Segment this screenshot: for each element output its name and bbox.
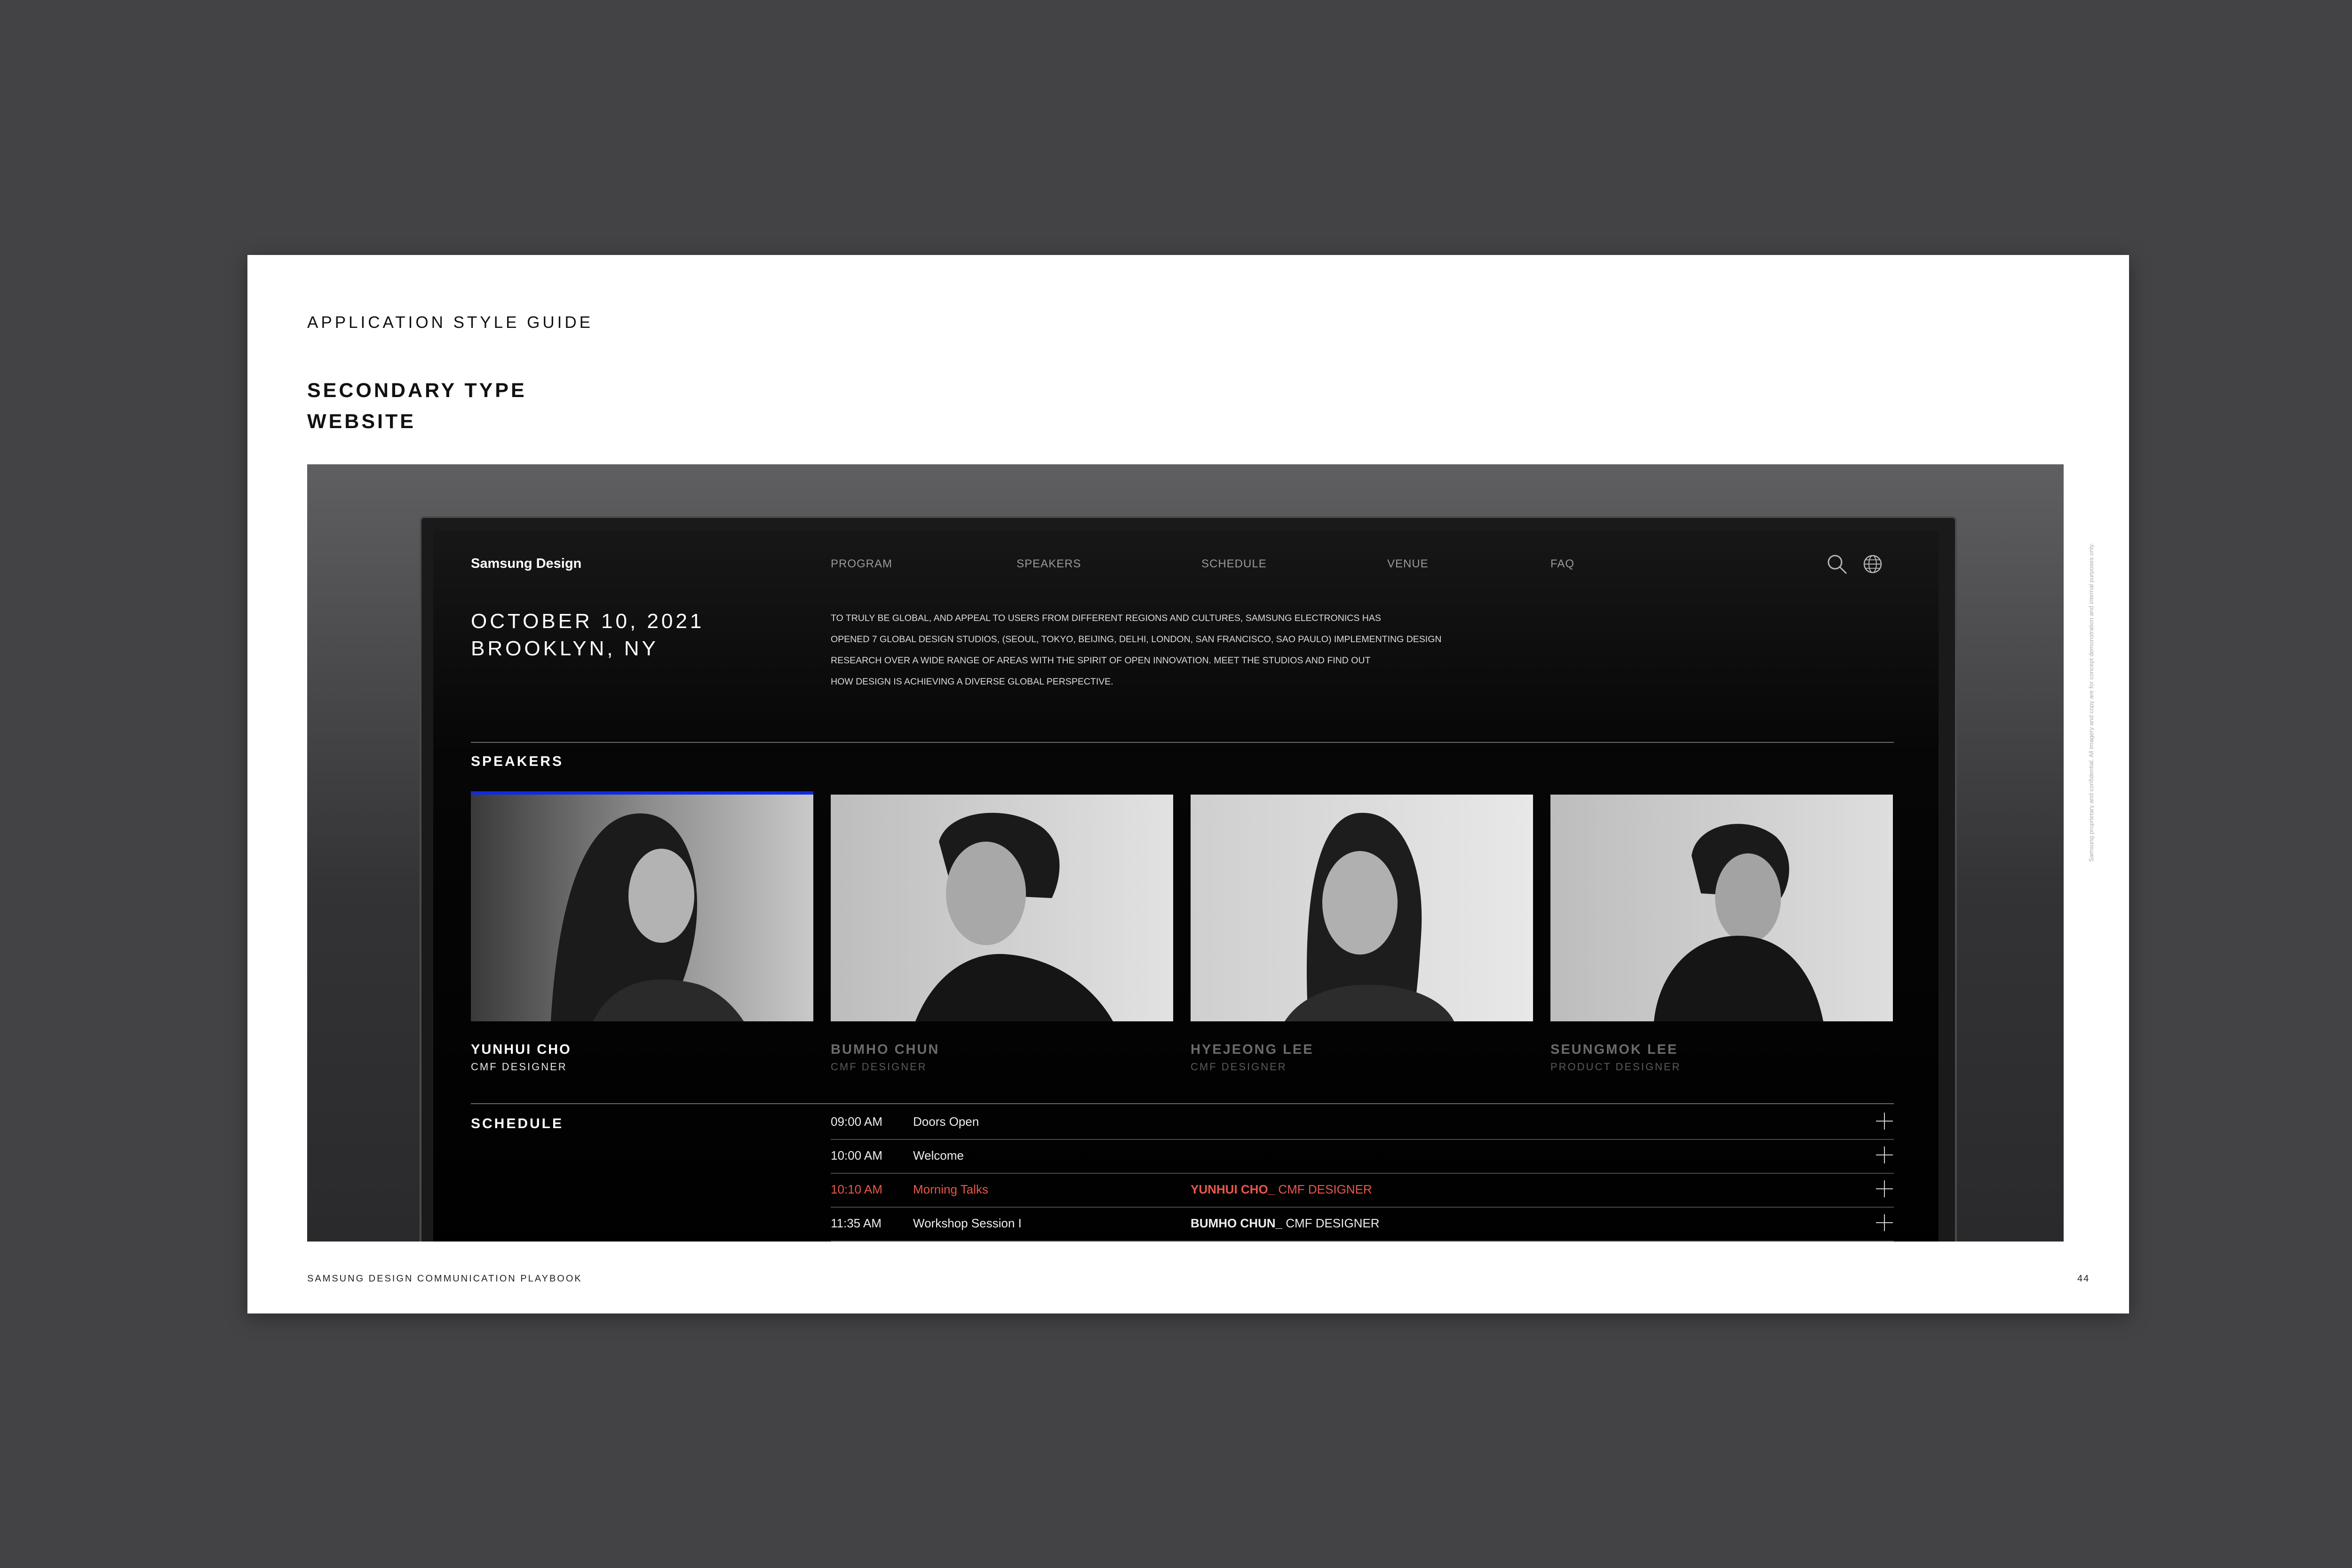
page-title: SECONDARY TYPE WEBSITE: [307, 375, 527, 437]
schedule-speaker-name: BUMHO CHUN_: [1191, 1216, 1282, 1230]
schedule-speaker: BUMHO CHUN_ CMF DESIGNER: [1191, 1216, 1380, 1231]
nav-schedule[interactable]: SCHEDULE: [1201, 557, 1267, 571]
schedule-row[interactable]: 09:00 AM Doors Open: [831, 1105, 1894, 1140]
schedule-time: 11:35 AM: [831, 1216, 882, 1230]
search-icon[interactable]: [1826, 553, 1848, 575]
portrait-image: [471, 795, 813, 1021]
footer-title: SAMSUNG DESIGN COMMUNICATION PLAYBOOK: [307, 1274, 582, 1284]
speaker-photo-hyejeong-lee[interactable]: [1191, 795, 1533, 1021]
speaker-role: PRODUCT DESIGNER: [1550, 1061, 1681, 1073]
schedule-time: 09:00 AM: [831, 1114, 882, 1129]
schedule-time: 10:10 AM: [831, 1182, 882, 1196]
intro-text: TO TRULY BE GLOBAL, AND APPEAL TO USERS …: [831, 608, 1536, 692]
intro-line: TO TRULY BE GLOBAL, AND APPEAL TO USERS …: [831, 613, 1381, 623]
page-number: 44: [2077, 1274, 2090, 1284]
website-screen: Samsung Design PROGRAM SPEAKERS SCHEDULE…: [433, 530, 1939, 1242]
speaker-photo-bumho-chun[interactable]: [831, 795, 1173, 1021]
speaker-name[interactable]: YUNHUI CHO: [471, 1042, 572, 1058]
expand-plus-icon[interactable]: [1875, 1146, 1894, 1164]
speaker-role: CMF DESIGNER: [471, 1061, 567, 1073]
speakers-heading: SPEAKERS: [471, 754, 564, 769]
speaker-name[interactable]: SEUNGMOK LEE: [1550, 1042, 1678, 1058]
schedule-event: Welcome: [913, 1148, 964, 1162]
speaker-role: CMF DESIGNER: [1191, 1061, 1287, 1073]
nav-faq[interactable]: FAQ: [1550, 557, 1574, 571]
speaker-photo-seungmok-lee[interactable]: [1550, 795, 1893, 1021]
page-title-line-2: WEBSITE: [307, 410, 416, 433]
page-title-line-1: SECONDARY TYPE: [307, 379, 527, 402]
schedule-heading: SCHEDULE: [471, 1116, 564, 1131]
speaker-role: CMF DESIGNER: [831, 1061, 927, 1073]
speaker-name[interactable]: BUMHO CHUN: [831, 1042, 939, 1058]
event-date: OCTOBER 10, 2021 BROOKLYN, NY: [471, 608, 704, 662]
schedule-event: Doors Open: [913, 1114, 979, 1129]
section-divider: [471, 742, 1894, 743]
nav-speakers[interactable]: SPEAKERS: [1017, 557, 1081, 571]
playbook-page: APPLICATION STYLE GUIDE SECONDARY TYPE W…: [247, 255, 2129, 1313]
website-mockup: Samsung Design PROGRAM SPEAKERS SCHEDULE…: [307, 464, 2064, 1242]
confidential-note-text: Samsung proprietary and confidential. Al…: [2088, 543, 2094, 862]
speaker-photo-yunhui-cho[interactable]: [471, 795, 813, 1021]
confidential-note: Samsung proprietary and confidential. Al…: [2088, 316, 2094, 862]
schedule-time: 10:00 AM: [831, 1148, 882, 1162]
intro-line: OPENED 7 GLOBAL DESIGN STUDIOS, (SEOUL, …: [831, 634, 1442, 645]
nav-program[interactable]: PROGRAM: [831, 557, 892, 571]
site-logo[interactable]: Samsung Design: [471, 556, 581, 572]
nav-venue[interactable]: VENUE: [1387, 557, 1429, 571]
intro-line: HOW DESIGN IS ACHIEVING A DIVERSE GLOBAL…: [831, 677, 1113, 687]
globe-icon[interactable]: [1862, 554, 1883, 574]
intro-line: RESEARCH OVER A WIDE RANGE OF AREAS WITH…: [831, 655, 1371, 666]
schedule-speaker-name: YUNHUI CHO_: [1191, 1182, 1275, 1196]
schedule-row-highlighted[interactable]: 10:10 AM Morning Talks YUNHUI CHO_ CMF D…: [831, 1173, 1894, 1208]
expand-plus-icon[interactable]: [1875, 1179, 1894, 1198]
schedule-event: Morning Talks: [913, 1182, 988, 1196]
portrait-image: [831, 795, 1173, 1021]
event-location-line: BROOKLYN, NY: [471, 637, 659, 660]
speaker-name[interactable]: HYEJEONG LEE: [1191, 1042, 1314, 1058]
section-divider: [471, 1103, 1894, 1104]
schedule-row[interactable]: 11:35 AM Workshop Session I BUMHO CHUN_ …: [831, 1207, 1894, 1242]
portrait-image: [1191, 795, 1533, 1021]
schedule-speaker-role: CMF DESIGNER: [1282, 1216, 1380, 1230]
schedule-row[interactable]: 10:00 AM Welcome: [831, 1139, 1894, 1174]
expand-plus-icon[interactable]: [1875, 1112, 1894, 1130]
expand-plus-icon[interactable]: [1875, 1213, 1894, 1232]
schedule-event: Workshop Session I: [913, 1216, 1022, 1230]
schedule-speaker-role: CMF DESIGNER: [1275, 1182, 1372, 1196]
portrait-image: [1550, 795, 1893, 1021]
schedule-speaker: YUNHUI CHO_ CMF DESIGNER: [1191, 1182, 1372, 1197]
section-label: APPLICATION STYLE GUIDE: [307, 313, 594, 332]
event-date-line: OCTOBER 10, 2021: [471, 610, 705, 633]
